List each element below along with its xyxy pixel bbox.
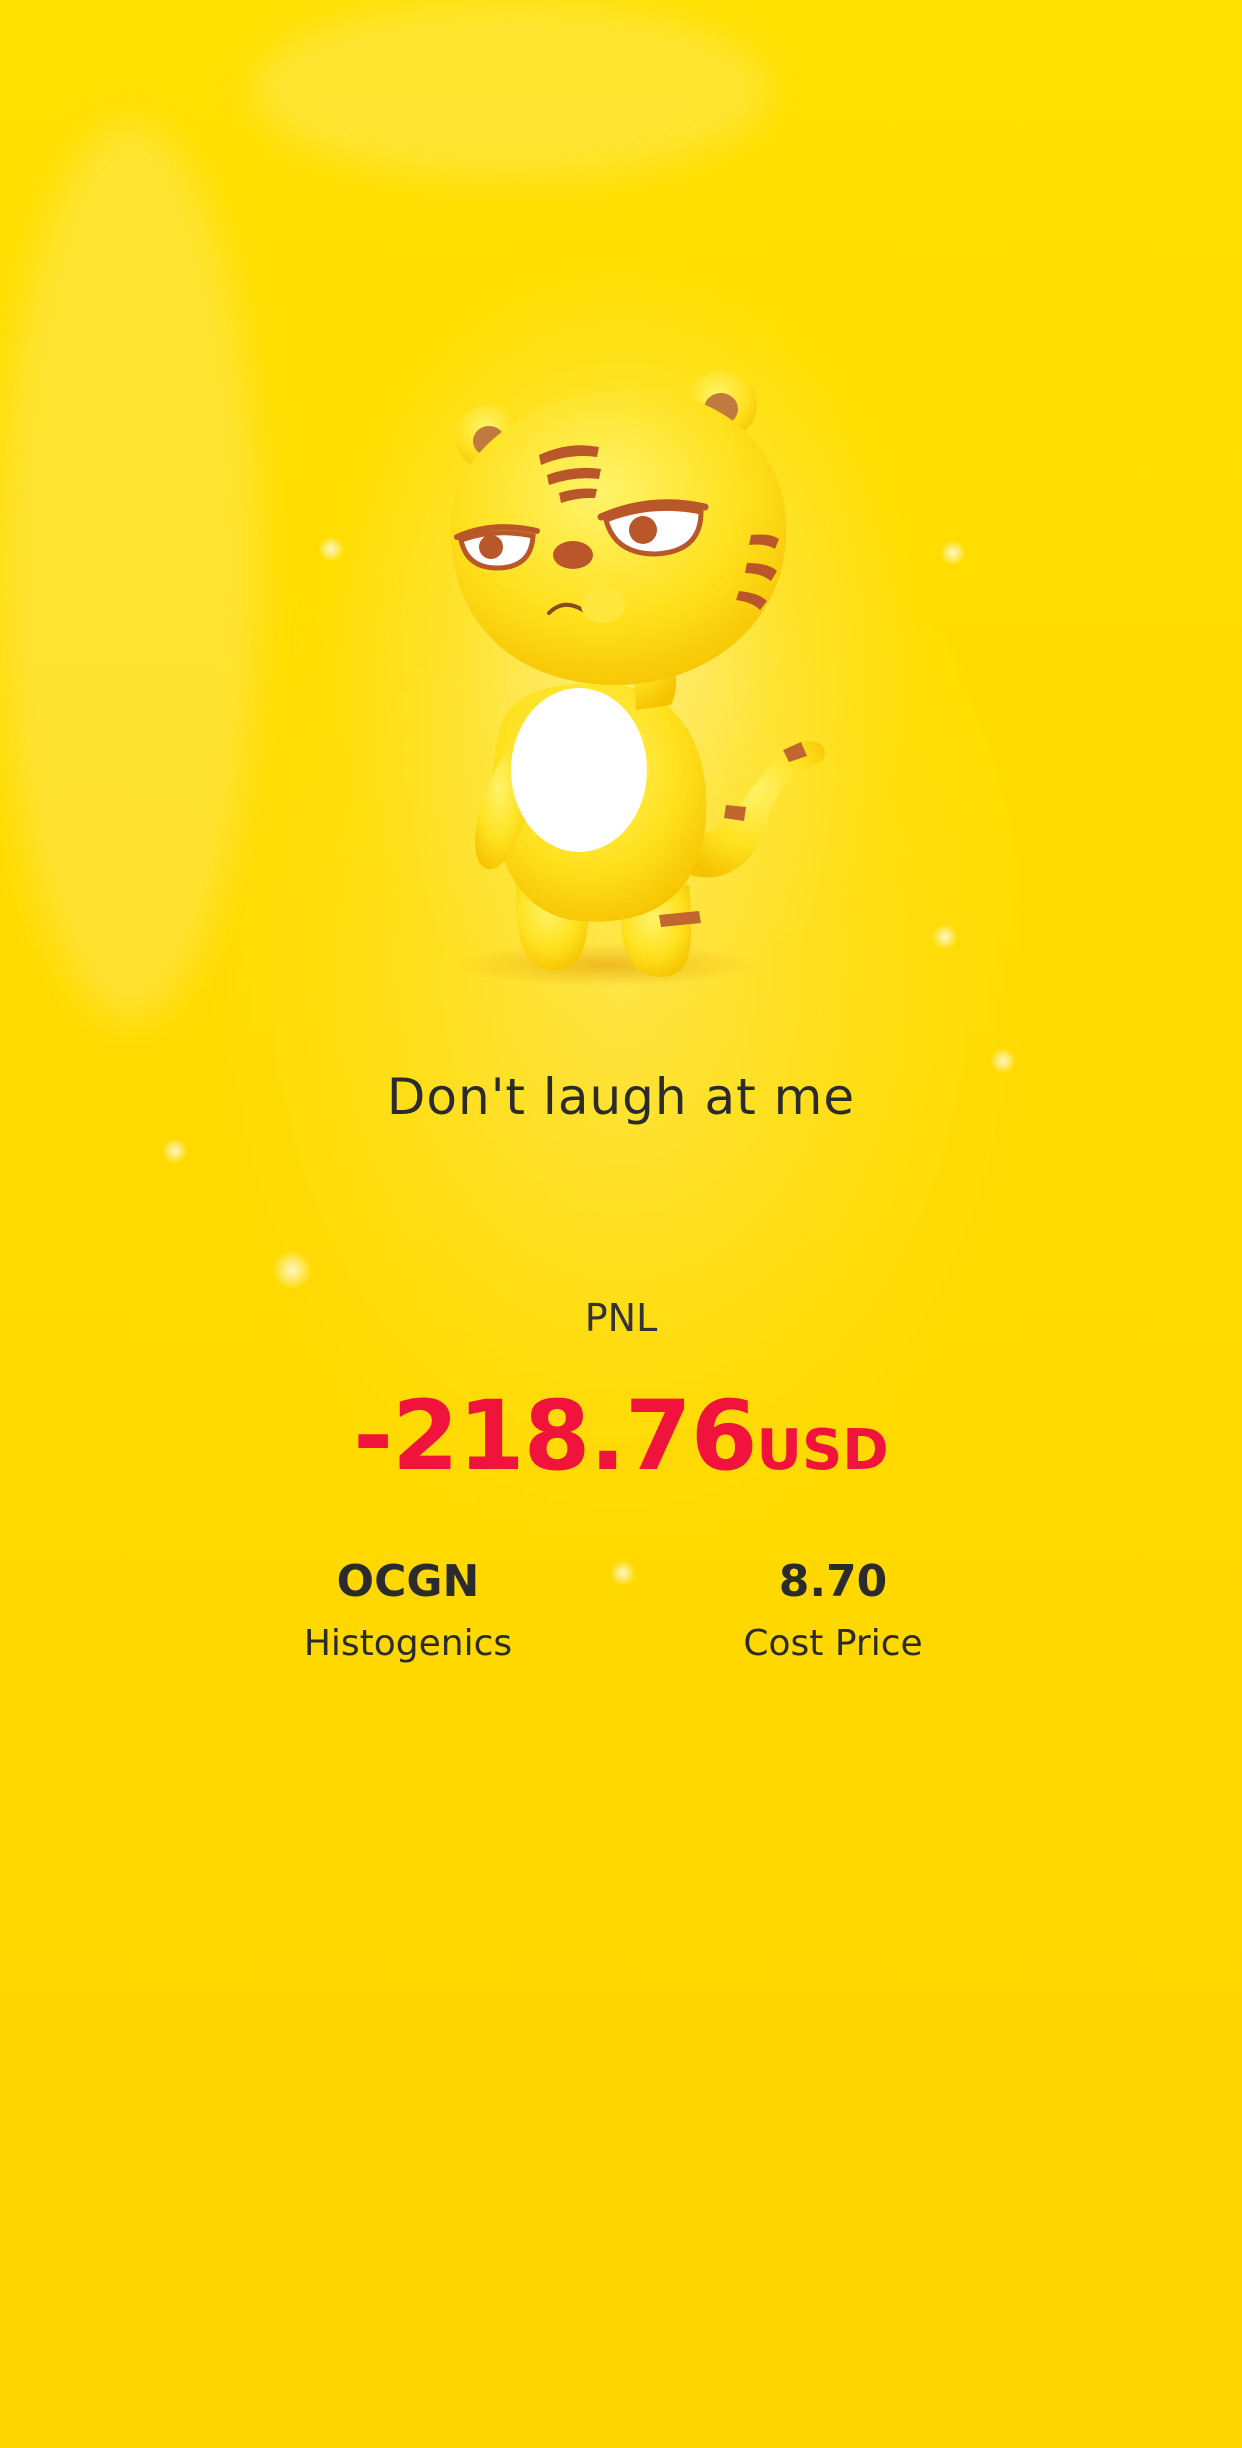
background-wisp — [0, 120, 260, 1020]
pnl-amount: -218.76 — [353, 1380, 757, 1492]
pnl-currency-unit: USD — [756, 1418, 889, 1483]
stock-symbol: OCGN — [336, 1556, 480, 1607]
sparkle — [940, 540, 966, 566]
background-wisp — [250, 0, 770, 180]
sparkle — [932, 924, 958, 950]
tagline: Don't laugh at me — [386, 1068, 856, 1126]
stock-info: OCGN Histogenics — [198, 1552, 618, 1676]
sparkle — [162, 1138, 188, 1164]
cost-price-value: 8.70 — [778, 1556, 888, 1607]
sparkle — [272, 1250, 312, 1290]
cost-price-label: Cost Price — [743, 1623, 923, 1664]
pnl-label: PNL — [584, 1296, 658, 1340]
stock-name: Histogenics — [303, 1623, 513, 1664]
sparkle — [318, 536, 344, 562]
cost-price-info: 8.70 Cost Price — [623, 1552, 1043, 1676]
pnl-value: -218.76USD — [0, 1380, 1242, 1492]
tiger-mascot-illustration — [450, 371, 826, 987]
